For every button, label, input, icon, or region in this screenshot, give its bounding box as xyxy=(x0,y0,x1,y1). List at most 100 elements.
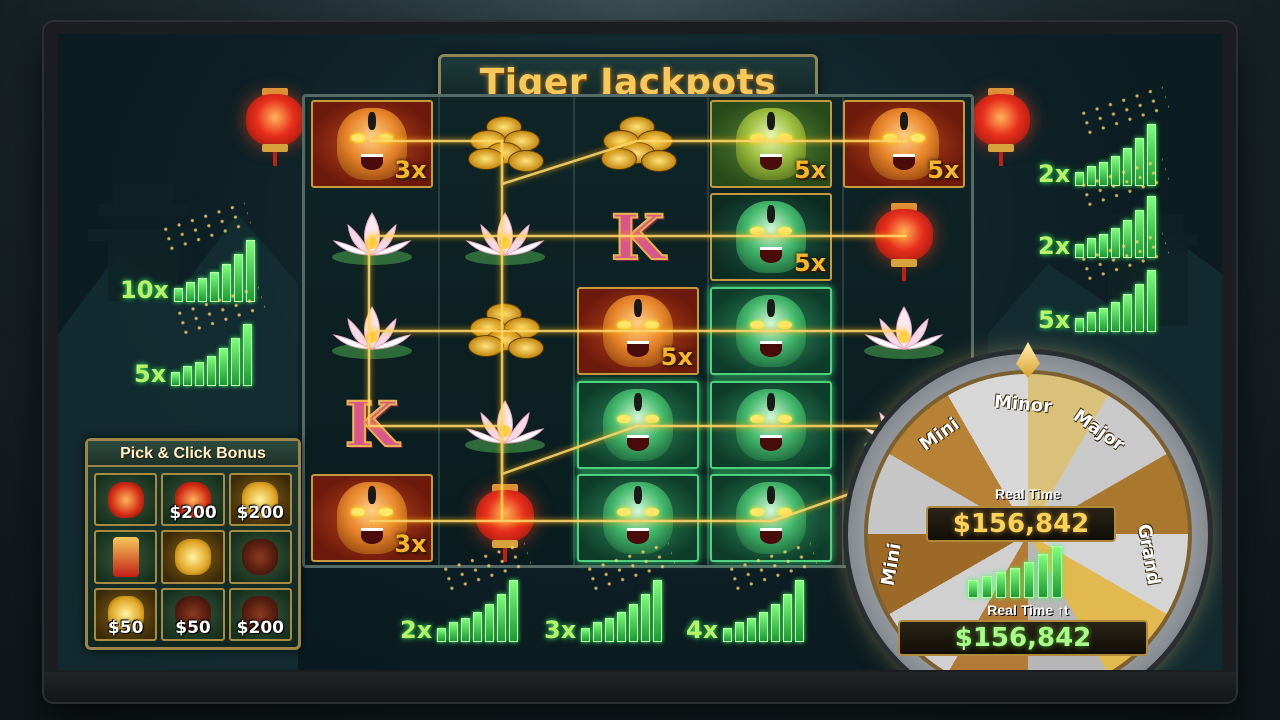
multiplier-label: 2x xyxy=(1038,160,1071,188)
pick-click-tile[interactable]: $50 xyxy=(94,587,158,641)
growth-multiplier: 2x xyxy=(1038,124,1157,188)
growth-bar xyxy=(1052,546,1062,598)
realtime-jackpot-top: $156,842 xyxy=(926,506,1116,542)
pick-click-tile[interactable] xyxy=(228,530,292,584)
realtime-jackpot-bottom: $156,842 xyxy=(898,620,1148,656)
growth-bar xyxy=(485,604,495,642)
pick-prize-value: $200 xyxy=(236,617,284,638)
multiplier-label: 5x xyxy=(134,360,167,388)
reel-cell: 5x xyxy=(571,284,704,378)
growth-bar xyxy=(1123,148,1133,186)
lantern-icon xyxy=(107,481,144,518)
growth-multiplier: 2x xyxy=(1038,196,1157,258)
growth-multiplier: 2x xyxy=(400,580,519,644)
multiplier-label: 2x xyxy=(400,616,433,644)
growth-bar xyxy=(207,356,217,386)
growth-bar xyxy=(509,580,519,642)
reel-cell: 5x xyxy=(705,97,838,191)
jackpot-wheel[interactable]: Mini Minor Major Grand Mini Real Time $1… xyxy=(848,342,1208,670)
growth-bar xyxy=(497,594,507,642)
growth-bar xyxy=(641,594,651,642)
growth-bar xyxy=(449,622,459,642)
reel-cell: K xyxy=(571,191,704,285)
pick-click-tile[interactable] xyxy=(94,473,158,527)
growth-multiplier: 4x xyxy=(686,580,805,642)
lantern-icon xyxy=(472,480,538,563)
tiger-face-icon xyxy=(736,388,807,461)
symbol-multiplier: 5x xyxy=(794,249,827,278)
growth-bar xyxy=(1111,302,1121,332)
pick-prize-value: $50 xyxy=(175,617,211,638)
growth-bar xyxy=(1135,138,1145,186)
tiger-symbol xyxy=(710,474,833,563)
tiger-face-icon xyxy=(736,294,807,367)
reel-cell: K xyxy=(305,378,438,472)
growth-bar xyxy=(593,622,603,642)
symbol-multiplier: 3x xyxy=(394,155,427,184)
growth-bar xyxy=(1123,220,1133,258)
growth-bar xyxy=(723,628,733,642)
reel-cell xyxy=(438,471,571,565)
gold-ingot-icon xyxy=(174,538,211,575)
growth-bar xyxy=(759,612,769,642)
pick-click-tile[interactable]: $200 xyxy=(228,473,292,527)
pick-click-tile[interactable]: $200 xyxy=(161,473,225,527)
pick-prize-value: $200 xyxy=(236,503,284,524)
growth-bar xyxy=(1123,294,1133,332)
growth-bar xyxy=(982,576,992,598)
growth-multiplier: 10x xyxy=(120,240,255,302)
k-symbol-icon: K xyxy=(344,387,400,462)
pick-prize-value: $50 xyxy=(107,617,144,638)
growth-bar xyxy=(245,240,255,302)
tiger-symbol: 5x xyxy=(710,99,833,188)
symbol-multiplier: 5x xyxy=(660,342,693,371)
growth-bar xyxy=(996,572,1006,598)
pick-click-tile[interactable] xyxy=(161,530,225,584)
growth-bar xyxy=(1135,284,1145,332)
reel-cell xyxy=(571,97,704,191)
gold-coins-icon xyxy=(593,112,683,176)
symbol-multiplier: 5x xyxy=(927,155,960,184)
reel-cell xyxy=(438,378,571,472)
gold-coins-icon xyxy=(460,299,550,363)
lotus-icon xyxy=(331,306,412,359)
reel-cell xyxy=(571,471,704,565)
tiger-face-icon xyxy=(736,482,807,555)
lotus-icon xyxy=(331,212,412,266)
lotus-icon xyxy=(464,399,545,453)
growth-bar xyxy=(1075,172,1085,186)
reel-cell xyxy=(705,471,838,565)
growth-multiplier: 5x xyxy=(1038,270,1157,332)
realtime-label-bottom: Real Time ↑t xyxy=(987,602,1069,618)
growth-bar xyxy=(968,580,978,598)
growth-bar xyxy=(185,282,195,302)
growth-bar xyxy=(1010,568,1020,598)
growth-bar xyxy=(183,366,193,386)
pick-click-tile[interactable] xyxy=(94,530,158,584)
growth-bar xyxy=(783,594,793,642)
monitor-chin xyxy=(44,672,1236,702)
growth-bar xyxy=(771,604,781,642)
tiger-face-icon xyxy=(602,388,673,461)
game-screen: Tiger Jackpots 3x 5x 5x K 5x 5x K 3x 10x 5x 2x 2x… xyxy=(58,34,1222,670)
tiger-symbol: 5x xyxy=(710,193,833,282)
growth-bar xyxy=(653,580,663,642)
wheel-growth-bars xyxy=(968,546,1062,598)
growth-bar xyxy=(747,618,757,642)
reel-cell xyxy=(705,378,838,472)
pick-click-tile[interactable]: $50 xyxy=(161,587,225,641)
pick-click-tile[interactable]: $200 xyxy=(228,587,292,641)
growth-bar xyxy=(1087,166,1097,186)
reel-cell xyxy=(838,191,971,285)
growth-bar xyxy=(1147,270,1157,332)
reel-cell xyxy=(438,97,571,191)
growth-bar xyxy=(629,604,639,642)
growth-bar xyxy=(195,362,205,386)
multiplier-label: 10x xyxy=(120,276,169,304)
growth-bar xyxy=(1024,562,1034,598)
growth-bar xyxy=(473,612,483,642)
growth-bar xyxy=(1075,318,1085,332)
growth-bar xyxy=(1087,238,1097,258)
symbol-multiplier: 5x xyxy=(794,155,827,184)
growth-bar xyxy=(1147,196,1157,258)
